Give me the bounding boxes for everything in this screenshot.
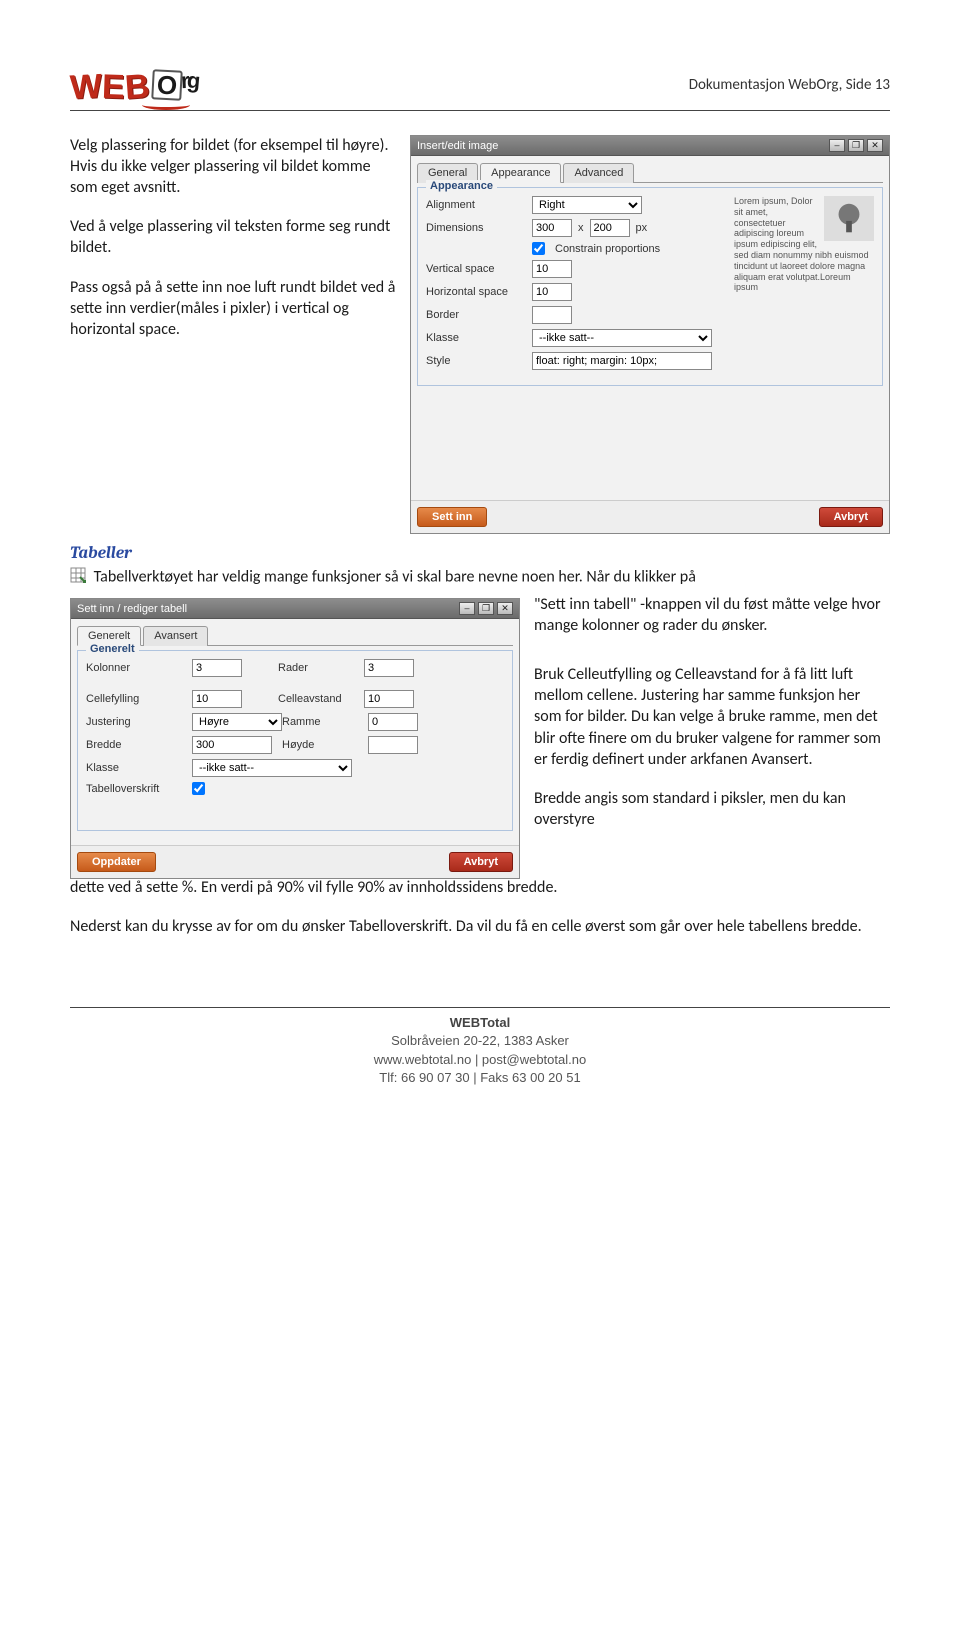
logo-letter: E xyxy=(102,70,126,105)
paragraph: Nederst kan du krysse av for om du ønske… xyxy=(70,916,890,937)
bredde-label: Bredde xyxy=(86,739,186,751)
logo-smile xyxy=(142,100,190,110)
height-input[interactable] xyxy=(590,219,630,237)
page-header: WEBOrg Dokumentasjon WebOrg, Side 13 xyxy=(70,70,890,111)
appearance-fieldset: Appearance Alignment Right Dimensions x xyxy=(417,187,883,386)
border-label: Border xyxy=(426,309,526,321)
rader-label: Rader xyxy=(278,662,358,674)
dialog-title-text: Insert/edit image xyxy=(417,140,498,152)
maximize-icon[interactable]: ❐ xyxy=(848,139,864,152)
footer-tel: Tlf: 66 90 07 30 | Faks 63 00 20 51 xyxy=(379,1070,580,1085)
paragraph: Pass også på å sette inn noe luft rundt … xyxy=(70,277,396,340)
footer-address: Solbråveien 20-22, 1383 Asker xyxy=(391,1033,569,1048)
dim-x: x xyxy=(578,222,584,234)
style-input[interactable] xyxy=(532,352,712,370)
paragraph: Bredde angis som standard i piksler, men… xyxy=(534,788,890,830)
bredde-input[interactable] xyxy=(192,736,272,754)
cancel-button[interactable]: Avbryt xyxy=(819,507,883,527)
insert-button[interactable]: Sett inn xyxy=(417,507,487,527)
justering-label: Justering xyxy=(86,716,186,728)
klasse-label: Klasse xyxy=(426,332,526,344)
minimize-icon[interactable]: ‒ xyxy=(459,602,475,615)
insert-image-dialog: Insert/edit image ‒ ❐ ✕ General Appearan… xyxy=(410,135,890,534)
paragraph: Bruk Celleutfylling og Celleavstand for … xyxy=(534,664,890,770)
footer-brand: WEBTotal xyxy=(450,1015,510,1030)
paragraph: "Sett inn tabell" -knappen vil du føst m… xyxy=(534,594,890,636)
cellefylling-input[interactable] xyxy=(192,690,242,708)
celleavstand-label: Celleavstand xyxy=(278,693,358,705)
logo-letter: O xyxy=(152,69,184,101)
logo-letter: W xyxy=(69,69,103,105)
hoyde-label: Høyde xyxy=(282,739,362,751)
table-icon xyxy=(70,567,86,588)
dialog-title-text: Sett inn / rediger tabell xyxy=(77,603,187,615)
constrain-checkbox[interactable] xyxy=(532,242,545,255)
width-input[interactable] xyxy=(532,219,572,237)
tabelloverskrift-checkbox[interactable] xyxy=(192,782,205,795)
constrain-label: Constrain proportions xyxy=(555,243,660,255)
klasse-select[interactable]: --ikke satt-- xyxy=(192,759,352,777)
style-label: Style xyxy=(426,355,526,367)
alignment-select[interactable]: Right xyxy=(532,196,642,214)
close-icon[interactable]: ✕ xyxy=(867,139,883,152)
fieldset-legend: Appearance xyxy=(426,180,497,192)
border-input[interactable] xyxy=(532,306,572,324)
ramme-input[interactable] xyxy=(368,713,418,731)
cellefylling-label: Cellefylling xyxy=(86,693,186,705)
maximize-icon[interactable]: ❐ xyxy=(478,602,494,615)
alignment-label: Alignment xyxy=(426,199,526,211)
kolonner-input[interactable] xyxy=(192,659,242,677)
weborg-logo: WEBOrg xyxy=(70,70,201,104)
close-icon[interactable]: ✕ xyxy=(497,602,513,615)
tree-icon xyxy=(824,196,874,241)
tabeller-heading: Tabeller xyxy=(70,544,890,563)
tabeller-intro: Tabellverktøyet har veldig mange funksjo… xyxy=(94,567,696,586)
preview-panel: Lorem ipsum, Dolor sit amet, consectetue… xyxy=(734,196,874,375)
cancel-button[interactable]: Avbryt xyxy=(449,852,513,872)
page-number: Dokumentasjon WebOrg, Side 13 xyxy=(689,70,890,94)
justering-select[interactable]: Høyre xyxy=(192,713,282,731)
ramme-label: Ramme xyxy=(282,716,362,728)
dialog-titlebar: Insert/edit image ‒ ❐ ✕ xyxy=(411,136,889,156)
vspace-label: Vertical space xyxy=(426,263,526,275)
dimensions-label: Dimensions xyxy=(426,222,526,234)
tabelloverskrift-label: Tabelloverskrift xyxy=(86,783,186,795)
tab-avansert[interactable]: Avansert xyxy=(143,626,208,646)
celleavstand-input[interactable] xyxy=(364,690,414,708)
hoyde-input[interactable] xyxy=(368,736,418,754)
generelt-fieldset: Generelt Kolonner Rader Cellefylling Cel… xyxy=(77,650,513,831)
minimize-icon[interactable]: ‒ xyxy=(829,139,845,152)
dim-px: px xyxy=(636,222,648,234)
logo-letter: g xyxy=(186,69,201,92)
klasse-label: Klasse xyxy=(86,762,186,774)
page-footer: WEBTotal Solbråveien 20-22, 1383 Asker w… xyxy=(70,1007,890,1087)
fieldset-legend: Generelt xyxy=(86,643,139,655)
paragraph: Ved å velge plassering vil teksten forme… xyxy=(70,216,396,258)
dialog-titlebar: Sett inn / rediger tabell ‒ ❐ ✕ xyxy=(71,599,519,619)
klasse-select[interactable]: --ikke satt-- xyxy=(532,329,712,347)
table-dialog: Sett inn / rediger tabell ‒ ❐ ✕ Generelt… xyxy=(70,598,520,879)
kolonner-label: Kolonner xyxy=(86,662,186,674)
update-button[interactable]: Oppdater xyxy=(77,852,156,872)
vspace-input[interactable] xyxy=(532,260,572,278)
paragraph: Velg plassering for bildet (for eksempel… xyxy=(70,135,396,198)
tab-advanced[interactable]: Advanced xyxy=(563,163,634,183)
hspace-input[interactable] xyxy=(532,283,572,301)
rader-input[interactable] xyxy=(364,659,414,677)
hspace-label: Horizontal space xyxy=(426,286,526,298)
dialog-tabs: Generelt Avansert xyxy=(77,625,513,646)
paragraph: dette ved å sette %. En verdi på 90% vil… xyxy=(70,877,890,898)
footer-web: www.webtotal.no | post@webtotal.no xyxy=(374,1052,586,1067)
